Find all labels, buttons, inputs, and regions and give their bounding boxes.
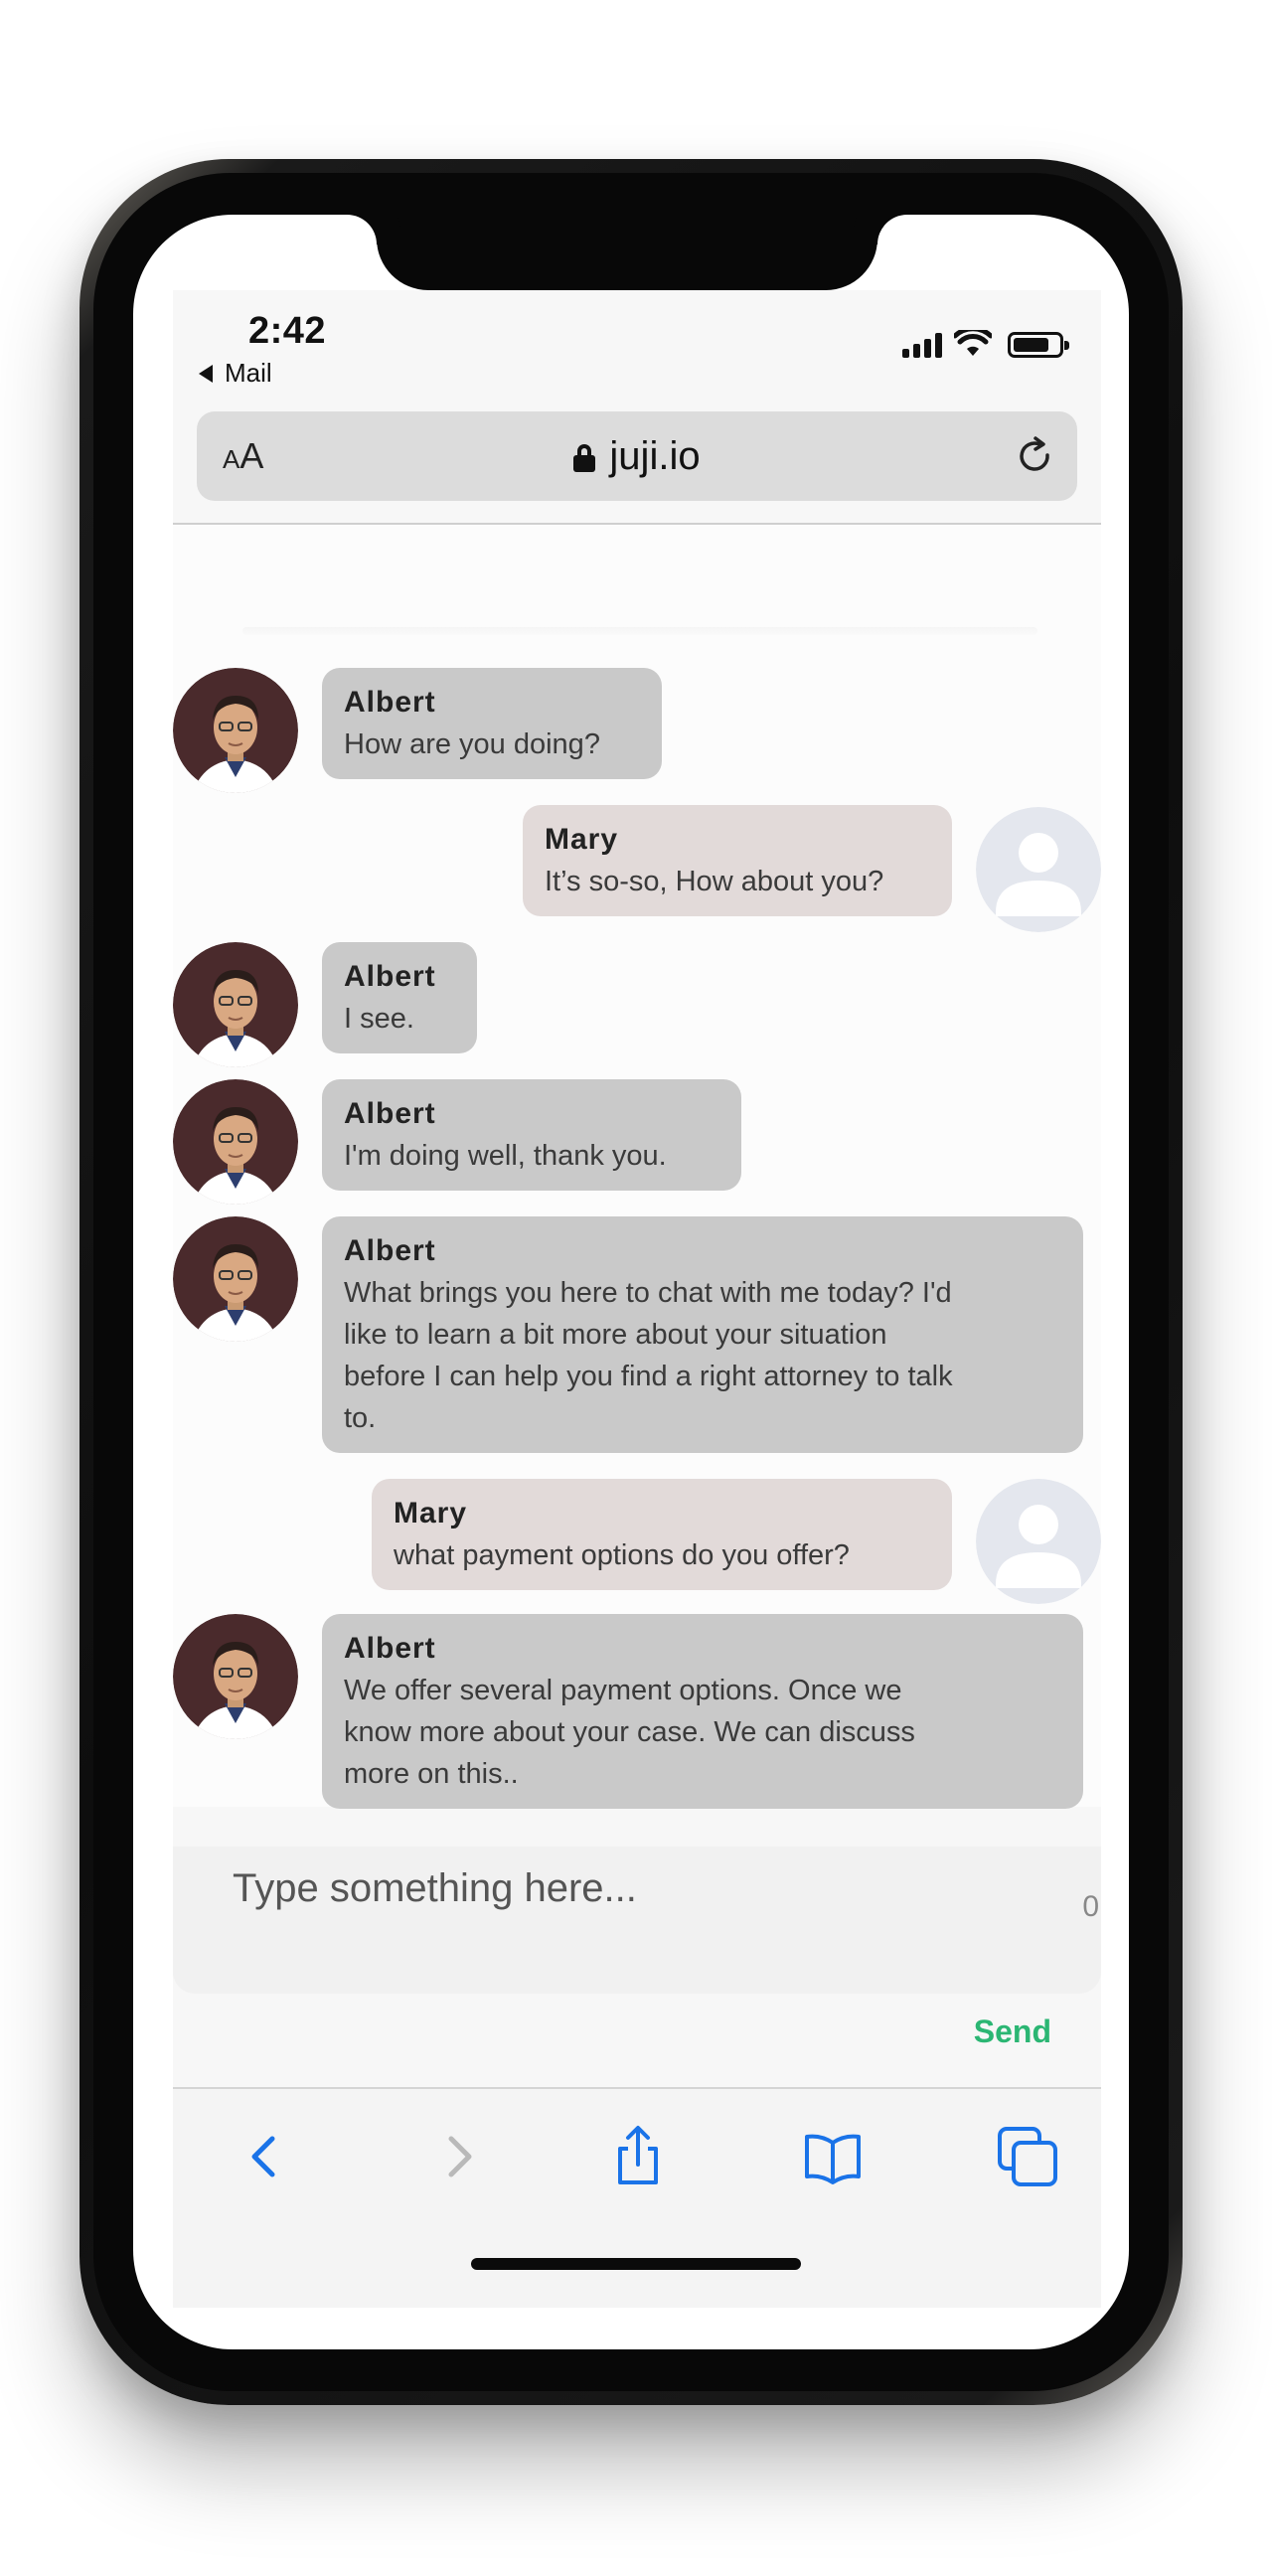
message-text-line: We offer several payment options. Once w… (344, 1675, 902, 1706)
tabs-icon[interactable] (996, 2125, 1059, 2188)
back-triangle-icon (199, 364, 213, 383)
message-bubble: Mary what payment options do you offer? (372, 1479, 952, 1590)
message-text: I see. (344, 1003, 414, 1035)
back-icon[interactable] (233, 2125, 296, 2188)
albert-avatar (173, 1079, 298, 1205)
albert-avatar (173, 942, 298, 1067)
url-bar[interactable]: AA juji.io (197, 411, 1077, 501)
sender-name: Mary (394, 1497, 468, 1530)
message-bubble: Albert I'm doing well, thank you. (322, 1079, 741, 1191)
share-icon[interactable] (606, 2125, 670, 2188)
message-bubble: Albert We offer several payment options.… (322, 1614, 1083, 1809)
notch (377, 215, 877, 290)
wifi-icon (954, 330, 992, 356)
text-size-button[interactable]: AA (223, 435, 263, 477)
message-text: what payment options do you offer? (394, 1539, 850, 1571)
cellular-signal-icon (902, 332, 942, 358)
message-text-line: to. (344, 1402, 377, 1434)
lock-icon (573, 444, 596, 472)
back-to-mail-link[interactable]: Mail (199, 358, 272, 389)
albert-avatar (173, 1614, 298, 1739)
albert-avatar (173, 668, 298, 793)
sender-name: Albert (344, 1234, 436, 1267)
home-indicator[interactable] (471, 2258, 801, 2270)
sender-name: Albert (344, 686, 436, 719)
sender-name: Albert (344, 1632, 436, 1665)
phone-screen: 2:42 Mail AA juji.io Albert How are you … (133, 215, 1129, 2349)
message-bubble: Mary It’s so-so, How about you? (523, 805, 952, 916)
sender-name: Albert (344, 960, 436, 993)
message-text: It’s so-so, How about you? (545, 866, 884, 897)
albert-avatar (173, 1216, 298, 1342)
message-text-line: What brings you here to chat with me tod… (344, 1277, 952, 1309)
reload-icon[interactable] (1014, 435, 1055, 477)
mary-avatar (976, 807, 1101, 932)
safari-app: 2:42 Mail AA juji.io Albert How are you … (173, 290, 1101, 2308)
message-text-line: before I can help you find a right attor… (344, 1361, 953, 1392)
sender-name: Mary (545, 823, 619, 856)
status-icons (902, 330, 1069, 358)
sender-name: Albert (344, 1097, 436, 1130)
chat-transcript: Albert How are you doing? Mary It’s so-s… (173, 525, 1101, 1809)
phone-bezel: 2:42 Mail AA juji.io Albert How are you … (93, 173, 1169, 2391)
mary-avatar (976, 1479, 1101, 1604)
battery-icon (1008, 332, 1069, 358)
send-button[interactable]: Send (974, 2013, 1051, 2050)
message-text: How are you doing? (344, 728, 600, 760)
status-time: 2:42 (248, 310, 327, 352)
url-domain: juji.io (609, 433, 701, 478)
message-text-line: know more about your case. We can discus… (344, 1716, 915, 1748)
input-placeholder: Type something here... (233, 1866, 637, 1910)
chat-header-line (242, 627, 1037, 635)
back-to-mail-label: Mail (225, 358, 272, 388)
bookmarks-icon[interactable] (801, 2125, 865, 2188)
char-count: 0 (1082, 1890, 1099, 1923)
forward-icon[interactable] (427, 2125, 491, 2188)
message-text-line: more on this.. (344, 1758, 519, 1790)
safari-toolbar (173, 2089, 1101, 2308)
message-bubble: Albert How are you doing? (322, 668, 662, 779)
phone-frame: 2:42 Mail AA juji.io Albert How are you … (80, 159, 1183, 2405)
message-bubble: Albert I see. (322, 942, 477, 1053)
message-input[interactable]: Type something here... 0 (173, 1847, 1101, 1994)
url-display[interactable]: juji.io (573, 433, 701, 479)
message-text-line: like to learn a bit more about your situ… (344, 1319, 887, 1351)
message-bubble: Albert What brings you here to chat with… (322, 1216, 1083, 1453)
message-text: I'm doing well, thank you. (344, 1140, 667, 1172)
